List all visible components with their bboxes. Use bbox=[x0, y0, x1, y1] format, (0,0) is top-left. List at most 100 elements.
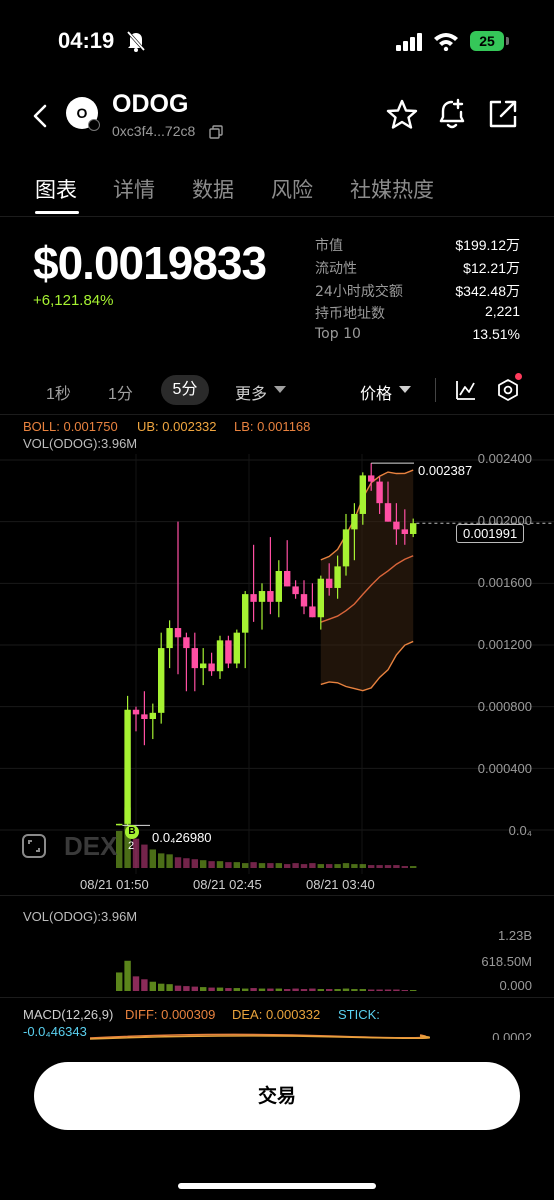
volume-bar bbox=[258, 988, 266, 991]
indicators-icon[interactable] bbox=[455, 379, 477, 401]
stat-label-top10: Top 10 bbox=[315, 326, 361, 342]
candle-body bbox=[149, 712, 156, 719]
volume-bar bbox=[166, 984, 173, 991]
candle-body bbox=[258, 591, 266, 602]
volume-bar bbox=[393, 989, 400, 991]
volume-bar bbox=[116, 972, 123, 991]
candle-body bbox=[124, 709, 131, 824]
stat-value-liquidity: $12.21万 bbox=[463, 260, 520, 276]
boll-ub-label: UB: 0.002332 bbox=[137, 419, 217, 434]
volume-overlay-bar bbox=[166, 854, 173, 868]
candle-body bbox=[242, 594, 249, 633]
macd-stick-label: STICK: bbox=[338, 1007, 380, 1022]
timeframe-5m[interactable]: 5分 bbox=[161, 375, 209, 405]
y-axis-tick: 0.002400 bbox=[477, 451, 532, 466]
current-price-tag[interactable]: 0.001991 bbox=[456, 524, 525, 543]
timeframe-1m[interactable]: 1分 bbox=[108, 380, 133, 404]
token-title: ODOG bbox=[112, 90, 189, 118]
timeframe-1s[interactable]: 1秒 bbox=[46, 380, 71, 404]
x-axis-tick: 08/21 02:45 bbox=[193, 877, 262, 892]
copy-icon[interactable] bbox=[209, 125, 223, 139]
star-icon[interactable] bbox=[386, 99, 418, 129]
home-indicator bbox=[178, 1183, 376, 1189]
back-arrow-icon[interactable] bbox=[30, 103, 50, 129]
volume-overlay-bar bbox=[401, 866, 408, 868]
buy-marker[interactable]: B bbox=[125, 825, 139, 839]
macd-dea: DEA: 0.000332 bbox=[232, 1007, 321, 1022]
volume-bar bbox=[401, 990, 408, 991]
volume-overlay-bar bbox=[267, 863, 274, 868]
volume-overlay-bar bbox=[250, 862, 257, 868]
candle-body bbox=[216, 640, 224, 672]
toolbar-divider bbox=[435, 378, 436, 402]
price-change: +6,121.84% bbox=[33, 292, 114, 309]
candle-body bbox=[225, 640, 232, 664]
candle-body bbox=[233, 632, 240, 664]
candle-body bbox=[208, 663, 215, 672]
bell-muted-icon bbox=[126, 31, 146, 52]
battery-indicator: 25 bbox=[470, 31, 504, 51]
price-mode-button[interactable]: 价格 bbox=[360, 380, 392, 404]
volume-overlay-bar bbox=[242, 863, 249, 868]
volume-overlay-bar bbox=[208, 861, 215, 868]
volume-bar bbox=[183, 986, 190, 991]
tab-social[interactable]: 社媒热度 bbox=[350, 174, 434, 204]
x-axis-tick: 08/21 01:50 bbox=[80, 877, 149, 892]
volume-overlay-bar bbox=[149, 849, 156, 868]
chart-bottom-divider bbox=[0, 895, 554, 896]
volume-overlay-bar bbox=[351, 864, 358, 868]
candle-body bbox=[141, 714, 148, 719]
volume-bar bbox=[267, 988, 274, 991]
price-dropdown-icon bbox=[399, 386, 411, 393]
candle-body bbox=[359, 475, 366, 514]
volume-bar bbox=[174, 985, 182, 991]
high-price-label: 0.002387 bbox=[418, 463, 473, 478]
volume-chart bbox=[116, 960, 417, 991]
volume-overlay-bar bbox=[200, 860, 207, 868]
volume-panel-label: VOL(ODOG):3.96M bbox=[23, 909, 138, 924]
trade-button[interactable]: 交易 bbox=[34, 1062, 520, 1130]
chart-settings-icon[interactable] bbox=[496, 378, 520, 402]
volume-bar bbox=[124, 960, 131, 991]
candle-body bbox=[317, 578, 324, 618]
tab-details[interactable]: 详情 bbox=[113, 174, 155, 204]
y-axis-tick: 0.001600 bbox=[477, 575, 532, 590]
volume-bar bbox=[225, 988, 232, 991]
more-timeframes-button[interactable]: 更多 bbox=[235, 380, 267, 404]
wifi-icon bbox=[434, 33, 458, 51]
volume-bar bbox=[326, 989, 333, 991]
volume-bar bbox=[334, 989, 341, 991]
macd-diff: DIFF: 0.000309 bbox=[125, 1007, 216, 1022]
stat-value-top10: 13.51% bbox=[472, 326, 520, 342]
volume-bar bbox=[141, 979, 148, 991]
add-alert-icon[interactable] bbox=[436, 97, 468, 131]
volume-overlay-bar bbox=[216, 861, 224, 868]
candle-body bbox=[351, 513, 358, 530]
stat-value-volume-24h: $342.48万 bbox=[455, 283, 520, 299]
volume-bar bbox=[376, 989, 383, 991]
tab-data[interactable]: 数据 bbox=[192, 174, 234, 204]
candlestick-chart[interactable] bbox=[0, 454, 554, 874]
tab-chart[interactable]: 图表 bbox=[35, 174, 77, 204]
candle-body bbox=[393, 521, 400, 530]
volume-bar bbox=[158, 983, 165, 991]
volume-overlay-bar bbox=[384, 865, 392, 868]
toolbar-divider-line bbox=[0, 414, 554, 415]
candle-body bbox=[384, 503, 392, 522]
volume-overlay-bar bbox=[141, 844, 148, 868]
volume-bar bbox=[410, 990, 417, 991]
cellular-signal-icon bbox=[396, 33, 422, 51]
token-address: 0xc3f4...72c8 bbox=[112, 123, 196, 139]
share-icon[interactable] bbox=[488, 99, 518, 129]
candle-body bbox=[166, 628, 173, 649]
tab-risk[interactable]: 风险 bbox=[271, 174, 313, 204]
volume-overlay-bar bbox=[233, 862, 240, 868]
fullscreen-icon[interactable] bbox=[21, 833, 47, 859]
volume-overlay-bar bbox=[376, 865, 383, 868]
volume-overlay-label: VOL(ODOG):3.96M bbox=[23, 436, 138, 451]
candle-body bbox=[309, 606, 316, 618]
current-price: $0.0019833 bbox=[33, 237, 267, 289]
stat-label-market-cap: 市值 bbox=[315, 238, 343, 254]
candle-body bbox=[376, 481, 383, 504]
status-time: 04:19 bbox=[58, 28, 115, 53]
